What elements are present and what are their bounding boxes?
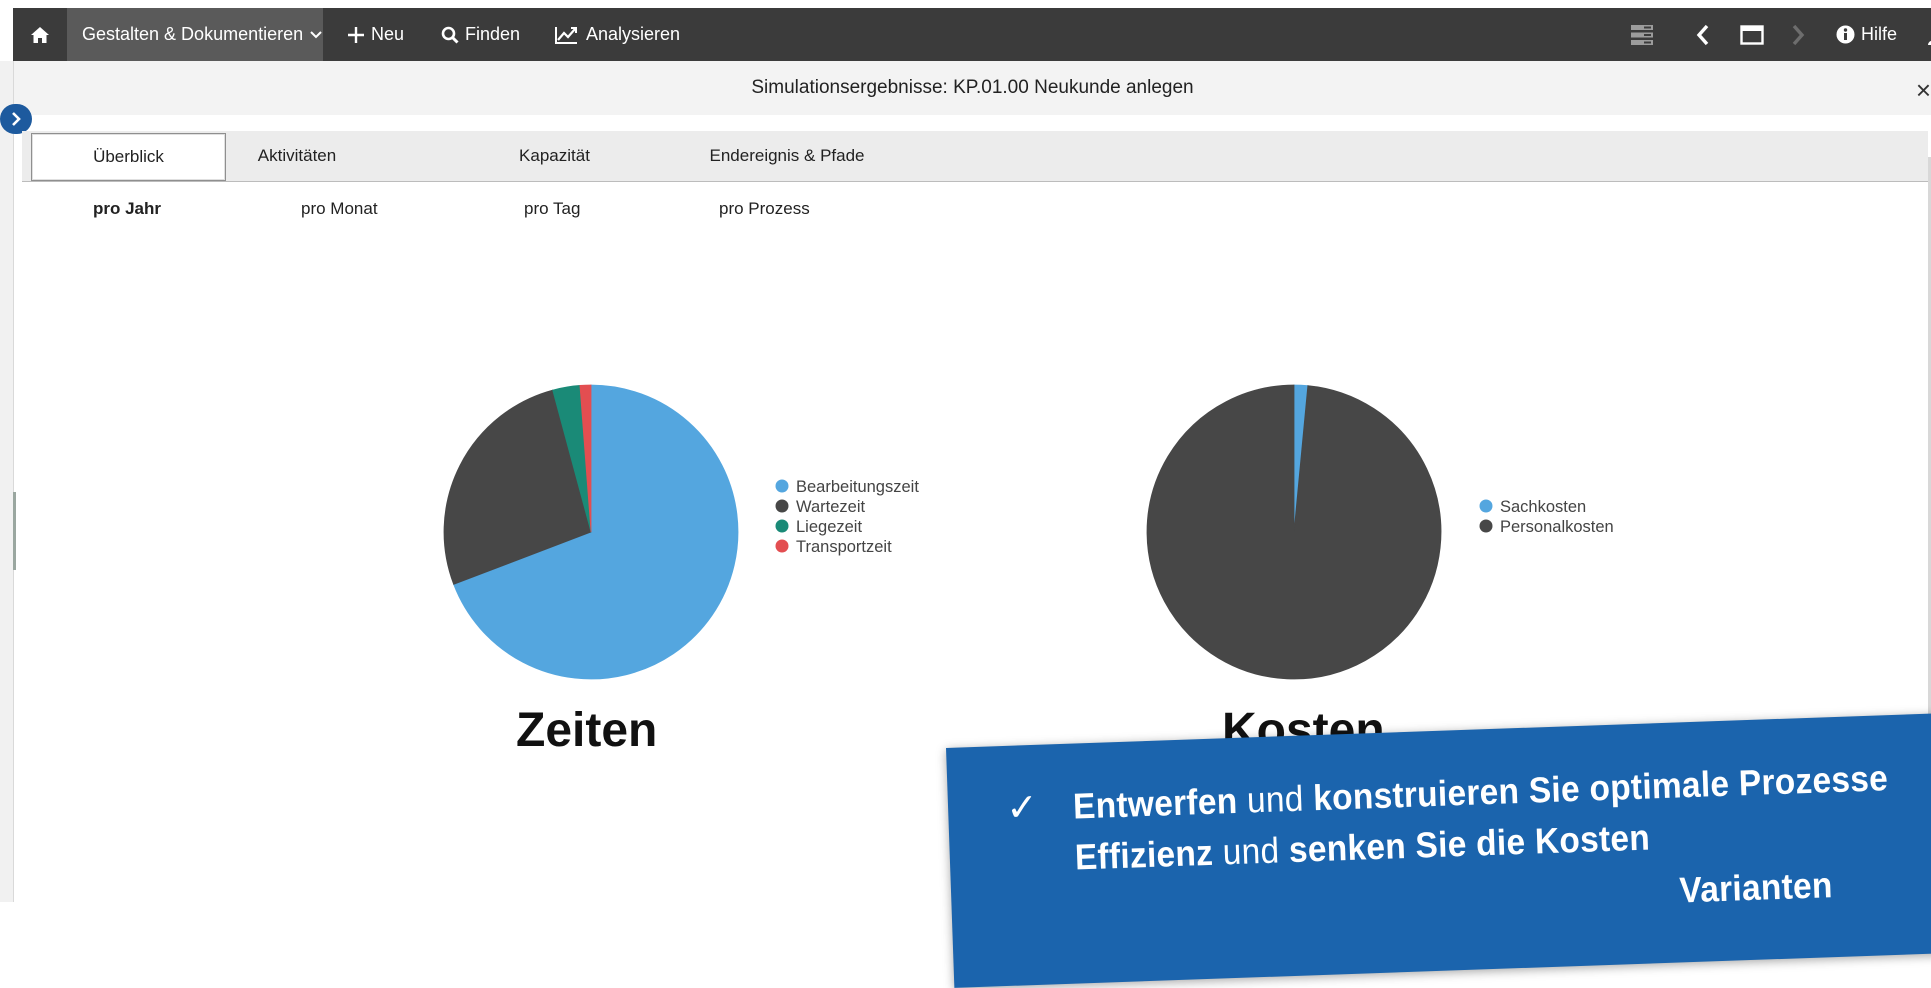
- promo-banner: ✓ Entwerfen und konstruieren Sie optimal…: [946, 709, 1931, 988]
- checkmark-icon: ✓: [1005, 784, 1039, 830]
- banner-line-2: Effizienz und senken Sie die Kosten: [1074, 816, 1651, 878]
- legend-marker: [1479, 499, 1493, 513]
- legend-label[interactable]: Transportzeit: [796, 538, 892, 556]
- banner-line-3: Varianten: [1678, 864, 1834, 911]
- legend-label[interactable]: Bearbeitungszeit: [796, 478, 919, 496]
- legend-label[interactable]: Liegezeit: [796, 518, 862, 536]
- banner-text: Effizienz: [1074, 831, 1214, 878]
- banner-text: konstruieren Sie optimale Prozesse: [1312, 757, 1889, 819]
- legend-label[interactable]: Wartezeit: [796, 498, 865, 516]
- legend-marker: [775, 479, 789, 493]
- banner-text: und: [1236, 777, 1314, 821]
- banner-text: Entwerfen: [1072, 779, 1239, 827]
- banner-line-1: Entwerfen und konstruieren Sie optimale …: [1072, 757, 1888, 827]
- legend-marker: [775, 539, 789, 553]
- banner-text: senken Sie die Kosten: [1288, 816, 1651, 871]
- legend-marker: [775, 499, 789, 513]
- legend-label[interactable]: Personalkosten: [1500, 518, 1614, 536]
- pie-slice-personalkosten[interactable]: [1146, 384, 1442, 680]
- legend-label[interactable]: Sachkosten: [1500, 498, 1586, 516]
- banner-text: und: [1212, 829, 1290, 873]
- legend-marker: [1479, 519, 1493, 533]
- legend-marker: [775, 519, 789, 533]
- chart-title-zeiten: Zeiten: [516, 704, 658, 757]
